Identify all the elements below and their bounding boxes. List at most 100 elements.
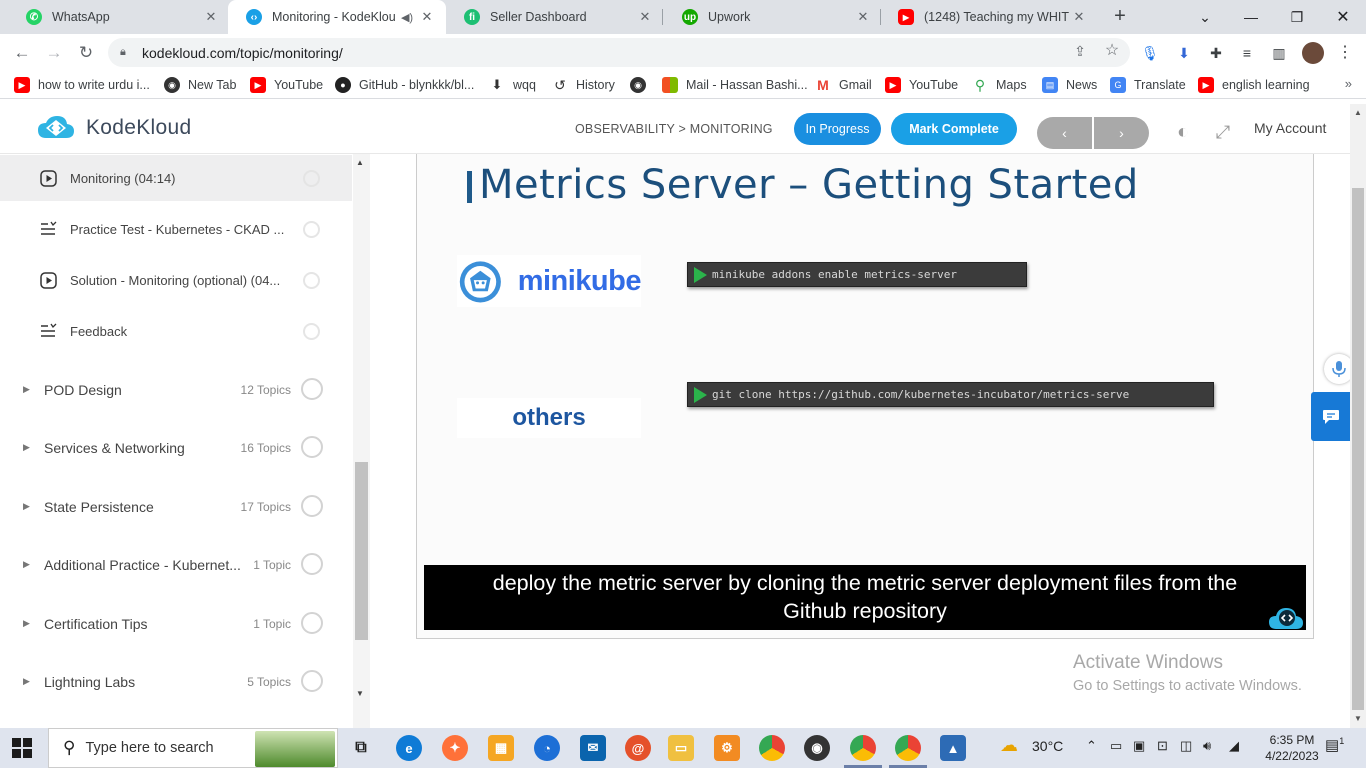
bookmark-item[interactable]: G Translate [1110, 75, 1186, 95]
page-scroll-thumb[interactable] [1352, 188, 1364, 710]
completion-circle[interactable] [303, 221, 320, 238]
close-icon[interactable]: ✕ [1070, 9, 1088, 25]
volume-icon[interactable]: 🔊︎ [1203, 738, 1211, 754]
course-section[interactable]: ▶ Lightning Labs 5 Topics [0, 656, 352, 706]
chrome-profile-icon[interactable] [895, 735, 921, 761]
scroll-down-arrow-icon[interactable]: ▼ [1354, 714, 1362, 723]
network-device-icon[interactable]: ▣ [1133, 738, 1145, 754]
download-extension-icon[interactable]: ⬇ [1174, 43, 1194, 63]
kodekloud-logo[interactable]: KodeKloud [36, 114, 191, 142]
camera-app-icon[interactable]: ◉ [804, 735, 830, 761]
course-section[interactable]: ▶ State Persistence 17 Topics [0, 481, 352, 531]
video-player[interactable]: Metrics Server – Getting Started minikub… [416, 154, 1314, 639]
completion-circle[interactable] [301, 436, 323, 458]
scroll-up-arrow-icon[interactable]: ▲ [356, 158, 364, 167]
usb-device-icon[interactable]: ⊡ [1157, 738, 1168, 754]
tab-kodekloud[interactable]: ‹› Monitoring - KodeKloud ◀) ✕ [228, 0, 446, 34]
lesson-item[interactable]: Feedback [0, 308, 352, 354]
close-icon[interactable]: ✕ [418, 9, 436, 25]
completion-circle[interactable] [301, 495, 323, 517]
url-text[interactable]: kodekloud.com/topic/monitoring/ [142, 45, 343, 61]
battery-icon[interactable]: ▭ [1110, 738, 1122, 754]
chrome-profile-icon[interactable] [850, 735, 876, 761]
close-window-button[interactable]: ✕ [1320, 0, 1366, 34]
tab-search-icon[interactable]: ⌄ [1182, 0, 1228, 34]
dark-mode-icon[interactable]: ◐ [1171, 120, 1195, 144]
file-explorer-icon[interactable]: ▭ [668, 735, 694, 761]
browser-app-icon[interactable]: ◔ [534, 735, 560, 761]
close-icon[interactable]: ✕ [202, 9, 220, 25]
completion-circle[interactable] [301, 553, 323, 575]
bookmark-item[interactable]: ⚲ Maps [972, 75, 1027, 95]
back-icon[interactable]: ← [9, 40, 35, 66]
screen-icon[interactable]: ◫ [1180, 738, 1192, 754]
restore-button[interactable]: ❐ [1274, 0, 1320, 34]
bookmark-item[interactable]: ▶ how to write urdu i... [14, 75, 150, 95]
completion-circle[interactable] [301, 612, 323, 634]
previous-lesson-button[interactable]: ‹ [1037, 117, 1092, 149]
chrome-icon[interactable] [759, 735, 785, 761]
lesson-item[interactable]: Solution - Monitoring (optional) (04... [0, 257, 352, 303]
share-icon[interactable]: ⇪ [1070, 41, 1090, 61]
bookmark-item[interactable]: ◉ New Tab [164, 75, 236, 95]
next-lesson-button[interactable]: › [1094, 117, 1149, 149]
microphone-extension-icon[interactable]: 🎙︎ [1140, 43, 1160, 63]
close-icon[interactable]: ✕ [636, 9, 654, 25]
forward-icon[interactable]: → [41, 40, 67, 66]
bookmark-item[interactable]: ◉ [630, 75, 654, 95]
course-section[interactable]: ▶ Additional Practice - Kubernet... 1 To… [0, 539, 352, 589]
scroll-down-arrow-icon[interactable]: ▼ [356, 689, 364, 698]
bookmark-item[interactable]: ▶ english learning [1198, 75, 1310, 95]
reload-icon[interactable]: ↻ [73, 40, 99, 66]
my-account-link[interactable]: My Account [1254, 120, 1326, 136]
scroll-up-arrow-icon[interactable]: ▲ [1354, 108, 1362, 117]
weather-icon[interactable]: ☁ [1000, 735, 1018, 756]
extensions-puzzle-icon[interactable]: ✚ [1206, 43, 1226, 63]
weather-temperature[interactable]: 30°C [1032, 738, 1063, 754]
side-panel-icon[interactable]: ▥ [1269, 43, 1289, 63]
bookmark-star-icon[interactable]: ☆ [1102, 41, 1122, 61]
bookmark-item[interactable]: ▶ YouTube [250, 75, 323, 95]
bookmark-item[interactable]: ⬇ wqq [489, 75, 536, 95]
minimize-button[interactable]: — [1228, 0, 1274, 34]
tab-whatsapp[interactable]: ✆ WhatsApp ✕ [8, 0, 230, 34]
edge-icon[interactable]: e [396, 735, 422, 761]
status-badge[interactable]: In Progress [794, 113, 881, 145]
course-section[interactable]: ▶ POD Design 12 Topics [0, 364, 352, 414]
page-scrollbar[interactable]: ▲ ▼ [1350, 104, 1366, 728]
task-view-icon[interactable]: ⧉ [348, 735, 374, 761]
course-section[interactable]: ▶ Certification Tips 1 Topic [0, 598, 352, 648]
lesson-item[interactable]: Monitoring (04:14) [0, 155, 352, 201]
store-icon[interactable]: ▦ [488, 735, 514, 761]
wifi-icon[interactable]: ◢ [1229, 738, 1239, 754]
photos-icon[interactable]: ▲ [940, 735, 966, 761]
close-icon[interactable]: ✕ [854, 9, 872, 25]
fullscreen-icon[interactable]: ⤢ [1211, 120, 1235, 144]
tab-seller-dashboard[interactable]: fi Seller Dashboard ✕ [446, 0, 664, 34]
completion-circle[interactable] [303, 323, 320, 340]
more-bookmarks-icon[interactable]: » [1345, 76, 1352, 91]
media-queue-icon[interactable]: ≡ [1237, 43, 1257, 63]
bookmark-item[interactable]: ▤ News [1042, 75, 1097, 95]
completion-circle[interactable] [303, 170, 320, 187]
notifications-icon[interactable]: ▤1 [1325, 736, 1344, 754]
taskbar-search-box[interactable]: ⚲ Type here to search [48, 728, 338, 768]
system-clock[interactable]: 6:35 PM 4/22/2023 [1254, 732, 1330, 764]
new-tab-button[interactable]: + [1108, 5, 1132, 29]
mail-icon[interactable]: ✉ [580, 735, 606, 761]
lesson-item[interactable]: Practice Test - Kubernetes - CKAD ... [0, 206, 352, 252]
completion-circle[interactable] [301, 378, 323, 400]
completion-circle[interactable] [303, 272, 320, 289]
sidebar-scroll-thumb[interactable] [355, 462, 368, 640]
firefox-icon[interactable]: ✦ [442, 735, 468, 761]
bookmark-item[interactable]: ● GitHub - blynkkk/bl... [335, 75, 474, 95]
show-hidden-icons-icon[interactable]: ⌃ [1086, 738, 1097, 754]
bookmark-item[interactable]: Mail - Hassan Bashi... [662, 75, 808, 95]
bookmark-item[interactable]: ▶ YouTube [885, 75, 958, 95]
course-section[interactable]: ▶ Services & Networking 16 Topics [0, 422, 352, 472]
bookmark-item[interactable]: M Gmail [815, 75, 872, 95]
sidebar-scrollbar[interactable]: ▲ ▼ [353, 154, 370, 728]
snail-app-icon[interactable]: @ [625, 735, 651, 761]
completion-circle[interactable] [301, 670, 323, 692]
chat-support-button[interactable] [1311, 392, 1350, 441]
